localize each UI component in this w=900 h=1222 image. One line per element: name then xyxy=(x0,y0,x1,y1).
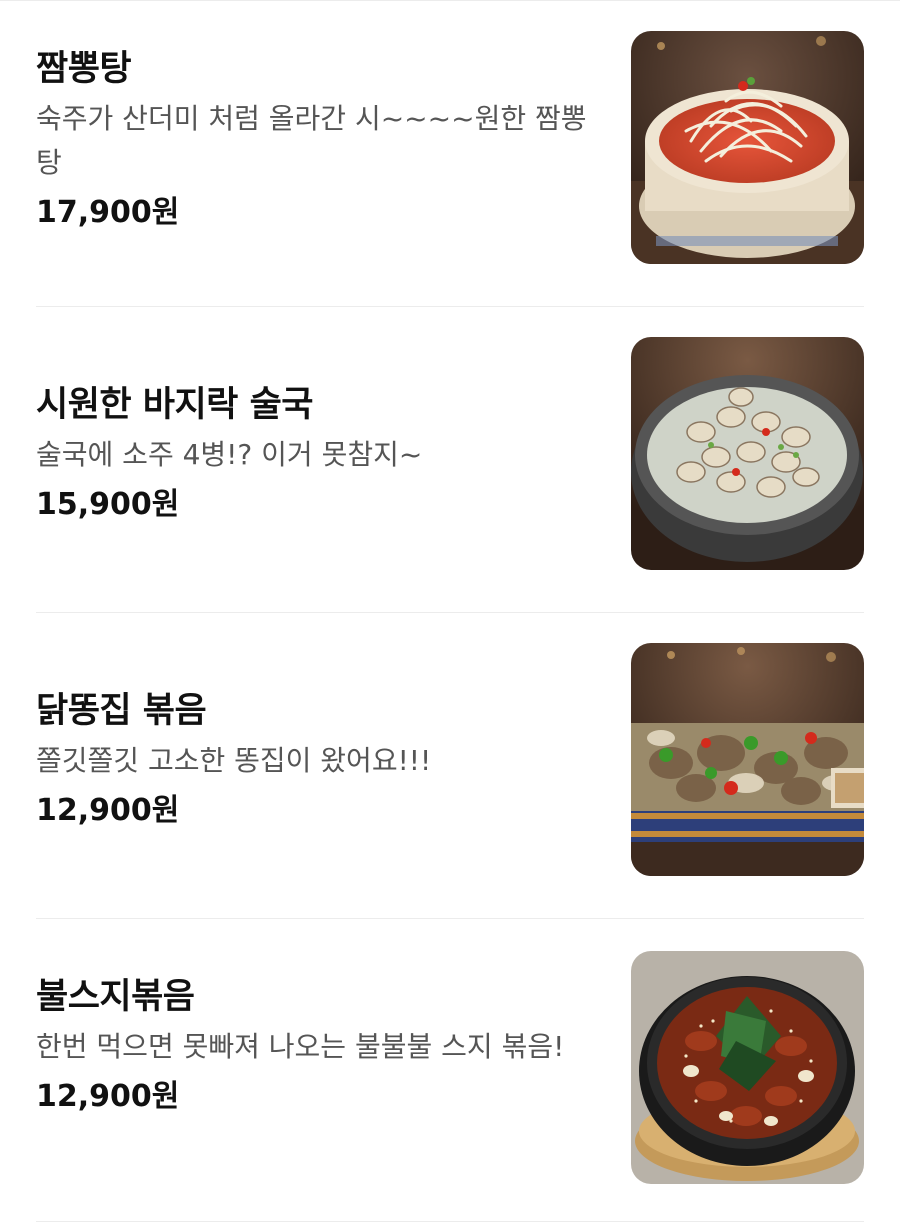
menu-item-text: 시원한 바지락 술국 술국에 소주 4병!? 이거 못참지~ 15,900원 xyxy=(36,383,596,525)
menu-item-name: 닭똥집 볶음 xyxy=(36,691,207,731)
menu-item-text: 닭똥집 볶음 쫄깃쫄깃 고소한 똥집이 왔어요!!! 12,900원 xyxy=(36,689,596,831)
menu-item-price: 15,900원 xyxy=(36,487,180,522)
menu-item-price: 12,900원 xyxy=(36,1079,180,1114)
menu-item-text: 불스지볶음 한번 먹으면 못빠져 나오는 불불불 스지 볶음! 12,900원 xyxy=(36,975,596,1117)
menu-item-text: 짬뽕탕 숙주가 산더미 처럼 올라간 시~~~~원한 짬뽕탕 17,900원 xyxy=(36,47,596,233)
chicken-gizzard-photo[interactable] xyxy=(631,643,864,876)
menu-item[interactable]: 닭똥집 볶음 쫄깃쫄깃 고소한 똥집이 왔어요!!! 12,900원 xyxy=(36,613,864,919)
chicken-gizzard-photo-icon xyxy=(631,643,864,876)
beef-tendon-stir-fry-photo-icon xyxy=(631,951,864,1184)
clam-soup-photo-icon xyxy=(631,337,864,570)
menu-list: 짬뽕탕 숙주가 산더미 처럼 올라간 시~~~~원한 짬뽕탕 17,900원 시… xyxy=(0,0,900,1222)
menu-item-name: 불스지볶음 xyxy=(36,977,195,1017)
menu-item-name: 짬뽕탕 xyxy=(36,49,132,89)
menu-item-description: 한번 먹으면 못빠져 나오는 불불불 스지 볶음! xyxy=(36,1030,565,1063)
jjamppong-soup-photo[interactable] xyxy=(631,31,864,264)
menu-item-description: 숙주가 산더미 처럼 올라간 시~~~~원한 짬뽕탕 xyxy=(36,102,587,179)
menu-item-price: 12,900원 xyxy=(36,793,180,828)
menu-item-description: 쫄깃쫄깃 고소한 똥집이 왔어요!!! xyxy=(36,744,432,777)
menu-item[interactable]: 짬뽕탕 숙주가 산더미 처럼 올라간 시~~~~원한 짬뽕탕 17,900원 xyxy=(36,1,864,307)
menu-item-name: 시원한 바지락 술국 xyxy=(36,385,313,425)
menu-item-price: 17,900원 xyxy=(36,195,180,230)
clam-soup-photo[interactable] xyxy=(631,337,864,570)
jjamppong-soup-photo-icon xyxy=(631,31,864,264)
menu-item[interactable]: 불스지볶음 한번 먹으면 못빠져 나오는 불불불 스지 볶음! 12,900원 xyxy=(36,919,864,1222)
beef-tendon-stir-fry-photo[interactable] xyxy=(631,951,864,1184)
menu-item-description: 술국에 소주 4병!? 이거 못참지~ xyxy=(36,438,423,471)
menu-item[interactable]: 시원한 바지락 술국 술국에 소주 4병!? 이거 못참지~ 15,900원 xyxy=(36,307,864,613)
